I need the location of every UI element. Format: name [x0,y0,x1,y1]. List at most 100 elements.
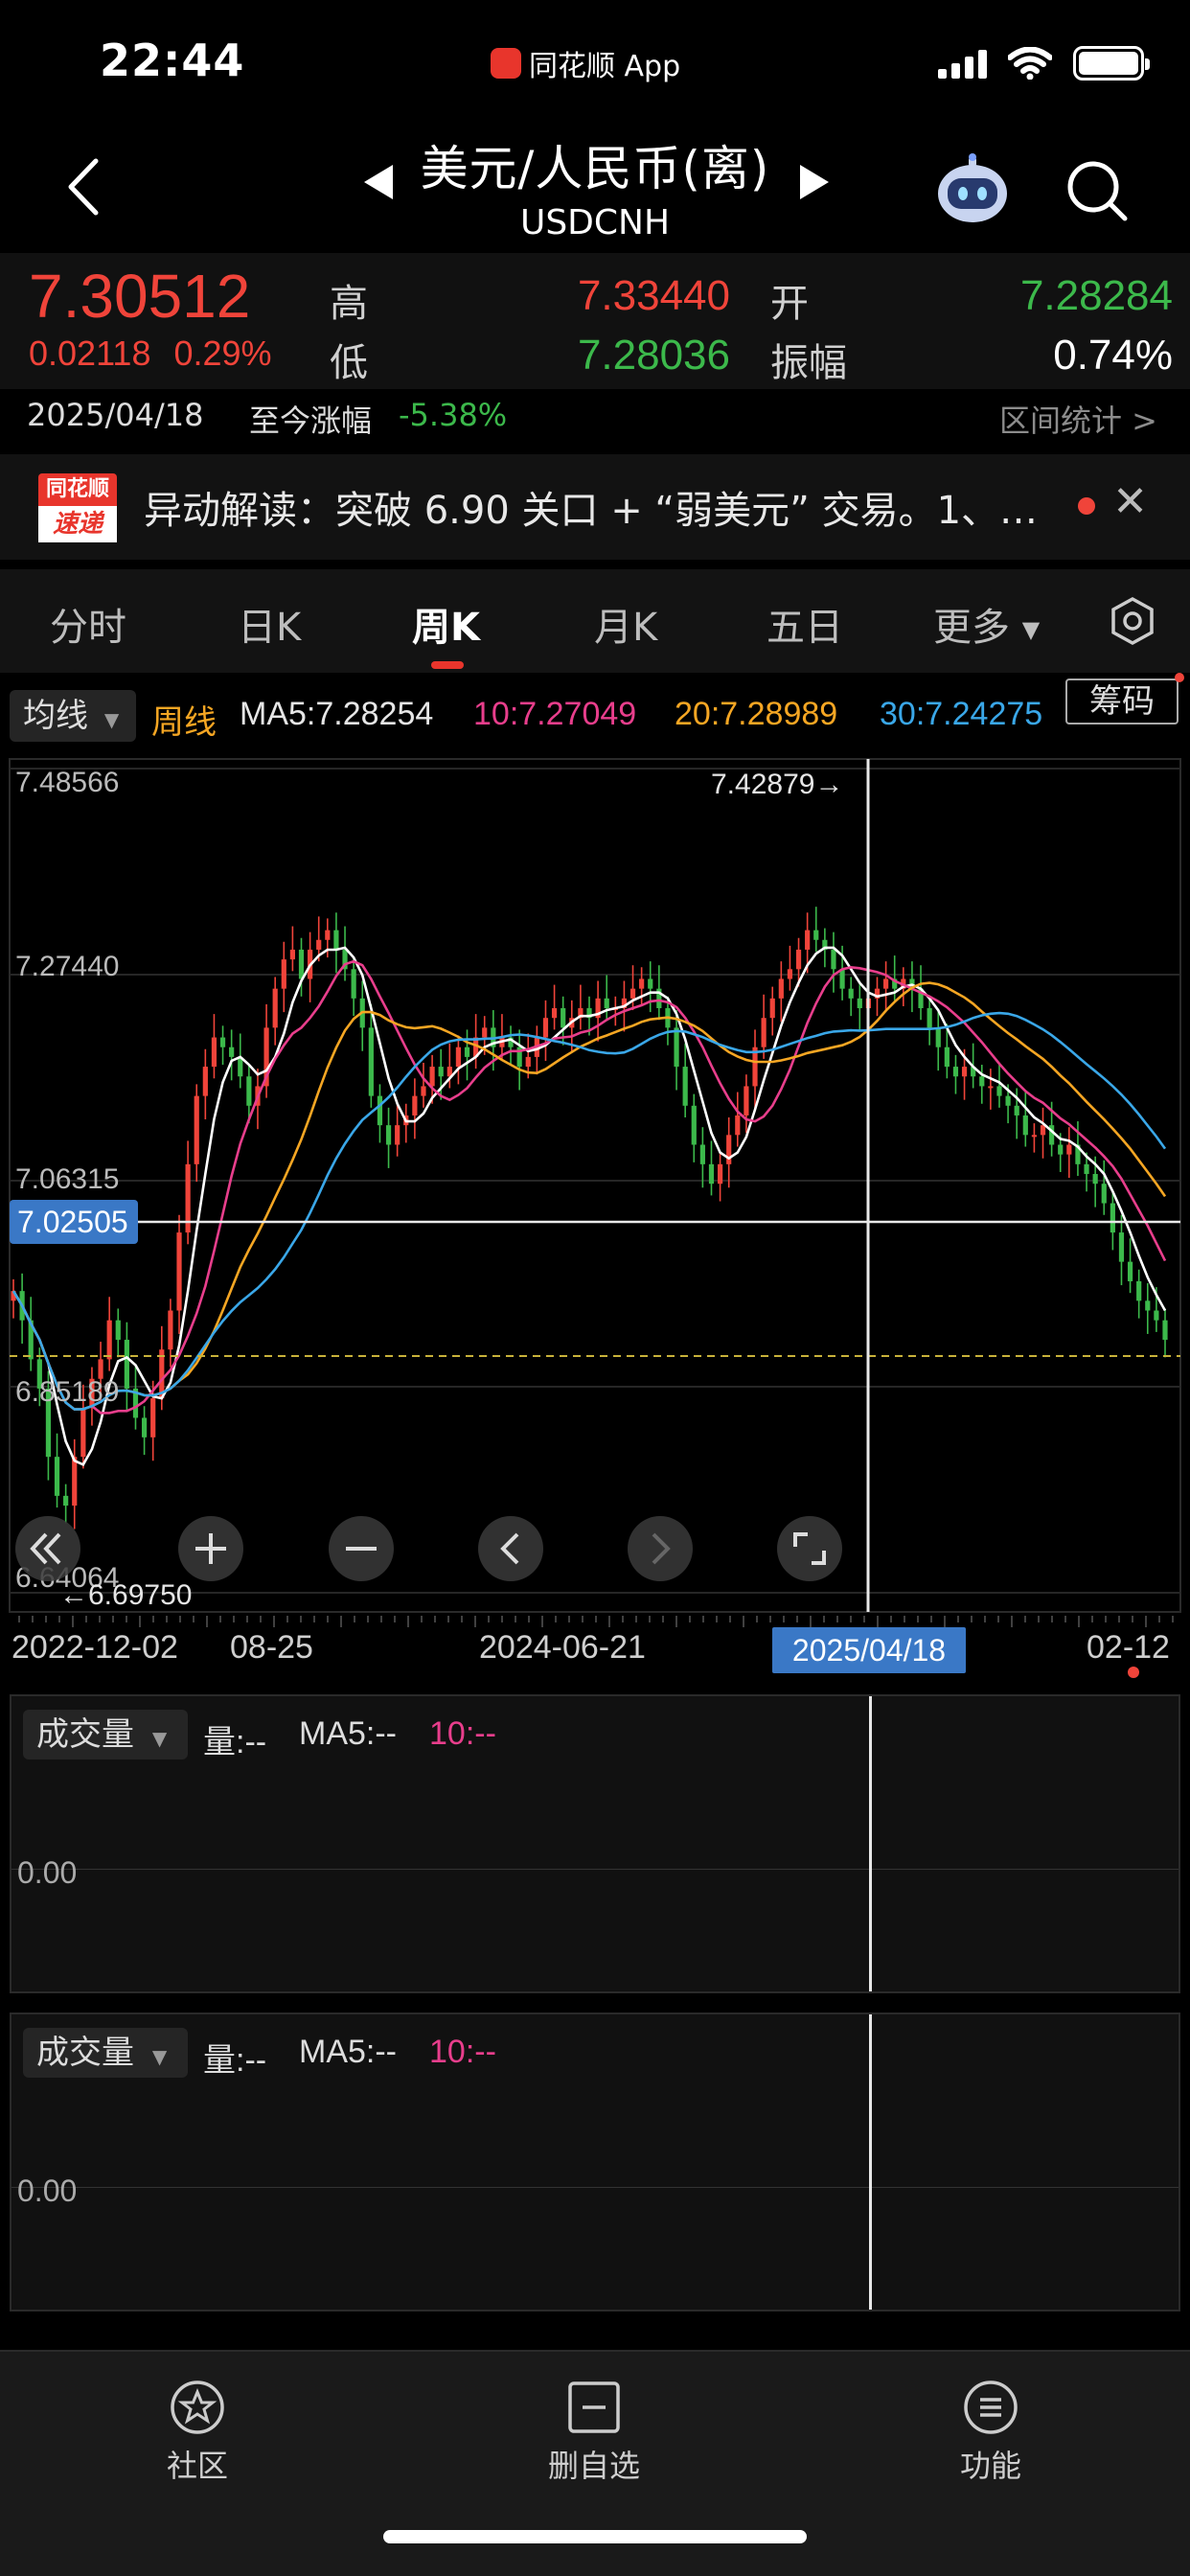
back-to-app-link[interactable]: 同花顺 App [491,44,680,83]
scroll-right-button[interactable] [628,1516,693,1581]
candle-body [219,1037,226,1047]
tab-more[interactable]: 更多 ▼ [933,596,1040,652]
instrument-code: USDCNH [519,203,671,242]
volume-ma5: MA5:-- [299,1715,397,1752]
news-logo-top: 同花顺 [38,473,117,506]
nav-functions[interactable]: 功能 [895,2361,1087,2486]
x-axis: 2022-12-02 08-25 2024-06-21 2025/04/18 0… [0,1616,1190,1690]
candle-body [1066,1144,1072,1155]
candle-body [551,1008,558,1019]
caret-down-icon: ▼ [103,708,120,731]
candle-body [377,1095,383,1126]
candle-body [385,1125,392,1145]
range-date: 2025/04/18 [27,397,204,433]
zoom-in-button[interactable] [178,1516,243,1581]
candle-body [769,998,775,1019]
candle-body [761,1018,767,1047]
period-tabs: 分时 日K 周K 月K 五日 更多 ▼ [0,569,1190,673]
home-indicator [383,2530,807,2543]
robot-assistant-icon[interactable] [934,153,1011,226]
news-close-button[interactable]: ✕ [1112,477,1148,526]
candle-body [831,949,836,970]
active-tab-indicator [431,661,464,669]
candle-body [150,1398,156,1438]
title-block: 美元/人民币(离) USDCNH [355,130,835,242]
candle-body [795,949,802,970]
tab-five-day[interactable]: 五日 [767,596,843,652]
kline-chart[interactable]: 7.02505 7.48566 7.27440 7.06315 6.85189 … [0,753,1190,1616]
candle-body [1110,1203,1115,1233]
candle-body [726,1135,732,1164]
candle-body [813,930,819,940]
zoom-out-button[interactable] [329,1516,394,1581]
volume-panel-1[interactable]: 成交量 ▼ 量:-- MA5:-- 10:-- 0.00 [10,1694,1180,1993]
open-value: 7.28284 [1019,272,1173,319]
tab-monthly-k[interactable]: 月K [594,596,657,652]
candle-body [839,969,845,989]
candle-body [648,978,653,989]
volume-indicator-select[interactable]: 成交量 ▼ [23,2028,188,2078]
candle-body [289,949,295,960]
news-banner[interactable]: 同花顺 速递 异动解读：突破 6.90 关口 + “弱美元” 交易。1、… ✕ [0,454,1190,560]
x-tick-1: 2022-12-02 [11,1629,178,1666]
volume-panel-2[interactable]: 成交量 ▼ 量:-- MA5:-- 10:-- 0.00 [10,2012,1180,2312]
candle-body [395,1125,400,1145]
period-label: 周线 [151,704,217,741]
fullscreen-button[interactable] [777,1516,842,1581]
nav-community[interactable]: 社区 [102,2361,293,2486]
news-logo: 同花顺 速递 [38,473,117,542]
scroll-left-button[interactable] [478,1516,543,1581]
community-star-icon [171,2380,224,2434]
volume-ma10: 10:-- [429,2034,496,2070]
battery-icon [1073,46,1150,80]
news-headline[interactable]: 异动解读：突破 6.90 关口 + “弱美元” 交易。1、… [144,479,1044,535]
app-logo-icon [491,48,521,79]
candle-body [996,1086,1002,1096]
candle-body [1014,1105,1019,1116]
candle-body [115,1320,121,1341]
candle-body [124,1340,129,1389]
volume-crosshair [869,2014,872,2310]
candle-body [1162,1320,1168,1341]
change-value: 0.02118 [29,334,151,373]
candle-body [1084,1163,1089,1175]
candle-body [979,1076,985,1087]
nav-remove-watchlist[interactable]: 删自选 [498,2361,690,2486]
ma-legend-row: 均线 ▼ 周线 MA5:7.28254 10:7.27049 20:7.2898… [0,673,1190,753]
candle-body [883,978,889,989]
min-price-mark: ←6.69750 [59,1579,192,1611]
tab-weekly-k[interactable]: 周K [412,596,480,652]
caret-down-icon: ▼ [151,1727,168,1750]
candle-body [176,1232,182,1311]
low-label: 低 [330,341,368,385]
tab-intraday[interactable]: 分时 [50,596,126,652]
ma20-value: 20:7.28989 [675,696,838,732]
candle-body [1092,1174,1098,1184]
candle-body [63,1495,69,1506]
nav-remove-watchlist-label: 删自选 [547,2448,640,2484]
candle-body [211,1037,217,1068]
candle-body [961,1067,968,1077]
indicator-select[interactable]: 均线 ▼ [10,690,136,742]
next-instrument-icon[interactable] [800,165,829,199]
settings-hexagon-icon[interactable] [1108,596,1157,646]
candle-body [438,1067,444,1077]
caret-down-icon: ▼ [1021,616,1041,643]
volume-select-label: 成交量 [36,2034,134,2072]
candle-body [168,1310,173,1350]
y-tick-3: 7.06315 [15,1163,119,1195]
back-arrow-icon[interactable] [57,153,115,220]
candle-body [368,1027,374,1096]
candle-body [464,1046,470,1057]
volume-indicator-select[interactable]: 成交量 ▼ [23,1710,188,1760]
candle-body [787,969,793,979]
search-icon[interactable] [1064,157,1131,224]
volume-grid [11,2187,1179,2188]
tab-daily-k[interactable]: 日K [238,596,301,652]
chip-distribution-button[interactable]: 筹码 [1065,678,1179,724]
range-statistics-button[interactable]: 区间统计 > [999,397,1157,441]
volume-grid [11,1869,1179,1870]
candle-body [935,1027,941,1047]
jump-start-button[interactable] [15,1516,80,1581]
candle-body [298,949,305,979]
